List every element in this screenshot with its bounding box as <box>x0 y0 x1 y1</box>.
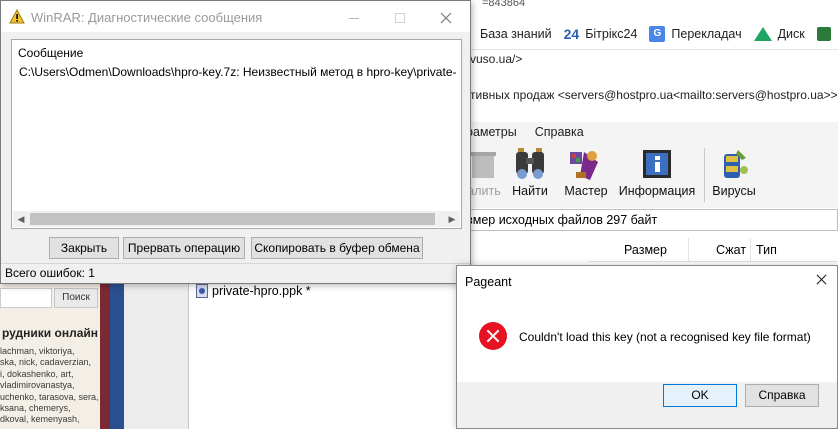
horizontal-scrollbar[interactable]: ◀ ▶ <box>13 211 460 227</box>
email-line: тивных продаж <servers@hostpro.ua<mailto… <box>470 88 838 102</box>
close-button[interactable] <box>811 272 831 290</box>
virus-scan-icon <box>716 146 752 182</box>
close-button[interactable] <box>423 3 469 31</box>
bookmark-knowledge-base[interactable]: База знаний <box>480 27 552 41</box>
wizard-icon <box>568 146 604 182</box>
copy-to-clipboard-button[interactable]: Скопировать в буфер обмена <box>251 237 423 259</box>
bookmarks-bar: База знаний 24 Бітрікс24 G Перекладач Ди… <box>470 18 838 50</box>
ppk-file-icon <box>196 284 208 298</box>
google-translate-icon: G <box>649 25 666 42</box>
window-edge-stripe <box>110 282 124 429</box>
column-message: Сообщение <box>18 46 84 60</box>
google-drive-icon <box>753 26 772 41</box>
bookmark-translator[interactable]: G Перекладач <box>649 25 742 42</box>
site-search-button[interactable]: Поиск <box>54 288 98 308</box>
winrar-menu-bar: раметры Справка <box>466 122 838 142</box>
user-line: ksana, chemerys, <box>0 403 71 414</box>
close-icon <box>440 12 452 24</box>
column-type[interactable]: Тип <box>756 243 777 257</box>
file-name: private-hpro.ppk * <box>212 284 311 298</box>
error-count-status: Всего ошибок: 1 <box>1 263 470 283</box>
bookmark-extra-icon[interactable] <box>816 26 831 41</box>
pageant-dialog: Pageant Couldn't load this key (not a re… <box>456 265 838 429</box>
user-line: vladimirovanastya, <box>0 380 75 391</box>
help-button[interactable]: Справка <box>745 384 819 407</box>
website-sidebar: Поиск рудники онлайн lachman, viktoriya,… <box>0 282 110 429</box>
scroll-right-icon[interactable]: ▶ <box>444 211 460 227</box>
ok-button[interactable]: OK <box>663 384 737 407</box>
email-body: vuso.ua/> тивных продаж <servers@hostpro… <box>470 50 838 110</box>
warning-icon <box>9 8 25 27</box>
dialog-title: Pageant <box>465 275 512 289</box>
file-list-item[interactable]: private-hpro.ppk * <box>196 284 311 298</box>
close-dialog-button[interactable]: Закрыть <box>49 237 119 259</box>
email-line: vuso.ua/> <box>470 52 523 66</box>
menu-help[interactable]: Справка <box>535 125 584 139</box>
close-icon <box>816 274 826 285</box>
info-icon <box>639 146 675 182</box>
minimize-button[interactable] <box>331 3 377 31</box>
window-edge <box>124 282 190 429</box>
bitrix24-icon: 24 <box>563 25 580 42</box>
minimize-icon <box>349 17 359 19</box>
user-line: lachman, viktoriya, <box>0 346 75 356</box>
column-packed[interactable]: Сжат <box>716 243 746 257</box>
user-line: uchenko, tarasova, sera, <box>0 391 99 402</box>
toolbar-info-button[interactable]: Информация <box>618 146 696 198</box>
file-list-header: Размер Сжат Тип <box>588 238 838 262</box>
toolbar-find-button[interactable]: Найти <box>510 146 550 198</box>
error-message: Couldn't load this key (not a recognised… <box>519 330 811 344</box>
toolbar-virus-scan-button[interactable]: Вирусы <box>712 146 756 198</box>
message-text: C:\Users\Odmen\Downloads\hpro-key.7z: Не… <box>19 65 456 79</box>
dialog-title: WinRAR: Диагностические сообщения <box>31 10 263 25</box>
message-row[interactable]: C:\Users\Odmen\Downloads\hpro-key.7z: Не… <box>16 65 456 79</box>
scroll-left-icon[interactable]: ◀ <box>13 211 29 227</box>
column-size[interactable]: Размер <box>624 243 667 257</box>
error-icon <box>479 322 507 350</box>
url-fragment: =843864 <box>470 0 838 10</box>
user-line: ska, nick, cadaverzian, <box>0 357 92 368</box>
user-line: i, dokashenko, art, <box>0 368 74 379</box>
message-list[interactable]: Сообщение C:\Users\Odmen\Downloads\hpro-… <box>11 39 462 229</box>
maximize-icon <box>395 13 405 24</box>
maximize-button[interactable] <box>377 3 423 31</box>
scrollbar-thumb[interactable] <box>30 213 435 225</box>
winrar-diagnostics-dialog: WinRAR: Диагностические сообщения Сообще… <box>0 0 471 284</box>
online-staff-heading: рудники онлайн <box>2 326 99 340</box>
menu-options[interactable]: раметры <box>466 125 517 139</box>
user-line: dkoval, kemenyash, <box>0 414 80 425</box>
find-icon <box>512 146 548 182</box>
bookmark-bitrix24[interactable]: 24 Бітрікс24 <box>564 26 638 42</box>
toolbar-separator <box>704 148 705 202</box>
site-search-input[interactable] <box>0 288 52 308</box>
dialog-title-bar[interactable]: WinRAR: Диагностические сообщения <box>1 1 470 32</box>
winrar-toolbar: алить Найти Мастер Информация Вирусы <box>466 142 838 208</box>
bookmark-drive[interactable]: Диск <box>753 26 805 41</box>
toolbar-delete-button[interactable]: алить <box>466 146 502 198</box>
online-users-list: lachman, viktoriya, ska, nick, cadaverzi… <box>0 346 106 426</box>
delete-icon <box>466 146 502 182</box>
archive-info-bar: змер исходных файлов 297 байт <box>462 209 838 231</box>
toolbar-wizard-button[interactable]: Мастер <box>562 146 610 198</box>
abort-operation-button[interactable]: Прервать операцию <box>123 237 245 259</box>
site-stripe <box>100 282 110 429</box>
